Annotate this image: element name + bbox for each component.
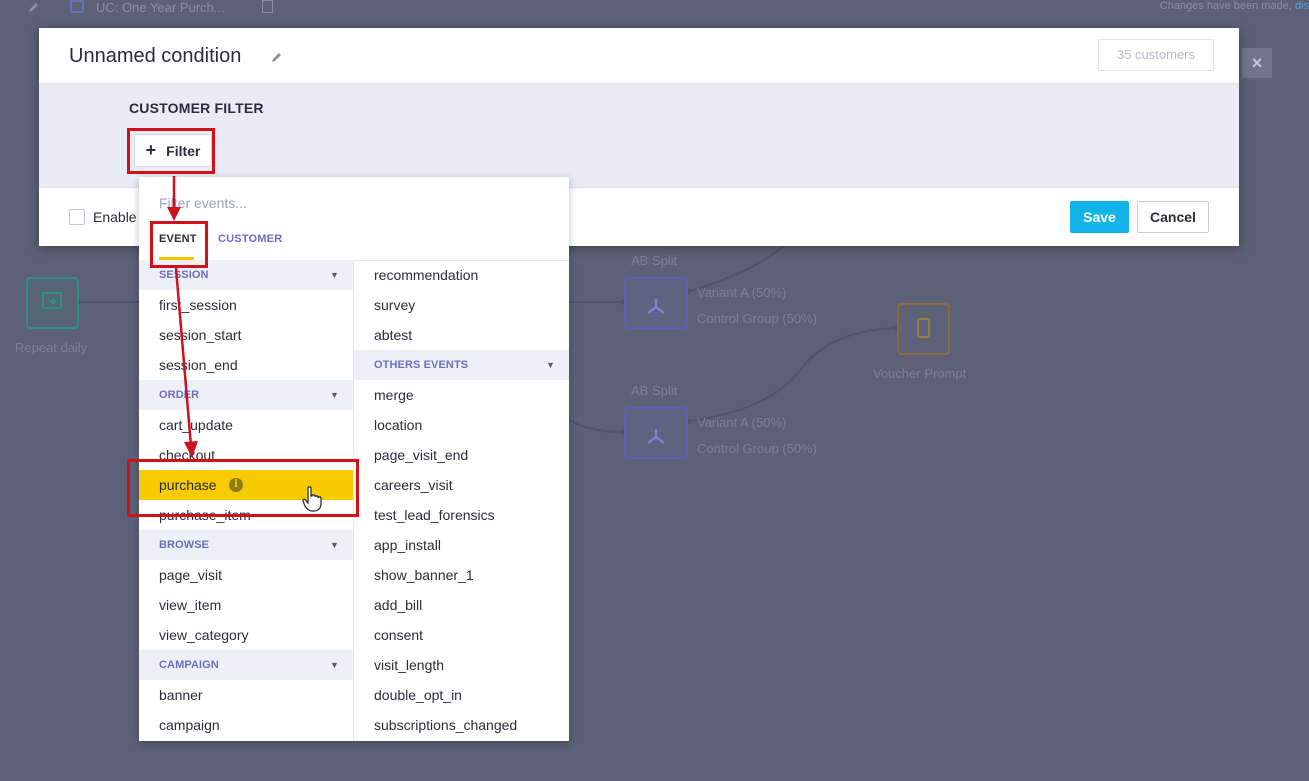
event-group-header[interactable]: CAMPAIGN ▼ — [139, 650, 353, 680]
event-list-item[interactable]: view_item — [139, 590, 353, 620]
event-group-label: ORDER — [159, 389, 200, 401]
event-list-item[interactable]: add_bill — [354, 590, 569, 620]
event-group-header[interactable]: BROWSE ▼ — [139, 530, 353, 560]
save-button[interactable]: Save — [1070, 201, 1129, 233]
pencil-icon[interactable] — [271, 51, 283, 66]
chevron-down-icon[interactable]: ▼ — [546, 350, 555, 380]
event-item-label: cart_update — [159, 417, 233, 433]
repeat-daily-label: Repeat daily — [15, 340, 88, 355]
event-list-item[interactable]: consent — [354, 620, 569, 650]
event-item-label: consent — [374, 627, 424, 643]
event-list-item[interactable]: first_session — [139, 290, 353, 320]
event-list-item[interactable]: location — [354, 410, 569, 440]
event-item-label: subscriptions_changed — [374, 717, 518, 733]
event-item-label: double_opt_in — [374, 687, 462, 703]
ab-split-label-bottom: AB Split — [631, 383, 678, 398]
enable-label: Enable — [93, 209, 137, 225]
event-list-item[interactable]: page_visit_end — [354, 440, 569, 470]
event-list-item[interactable]: campaign — [139, 710, 353, 740]
filter-events-input[interactable] — [159, 193, 539, 213]
event-item-label: show_banner_1 — [374, 567, 474, 583]
event-item-label: campaign — [159, 717, 220, 733]
event-list-item[interactable]: visit_length — [354, 650, 569, 680]
event-item-label: abtest — [374, 327, 413, 343]
branch-label: Control Group (50%) — [697, 311, 817, 326]
enable-checkbox[interactable] — [69, 209, 85, 225]
tab-customer[interactable]: CUSTOMER — [218, 233, 282, 245]
event-item-label: session_end — [159, 357, 238, 373]
annotation-box-filter — [127, 128, 215, 174]
modal-header: Unnamed condition 35 customers — [39, 28, 1239, 84]
event-item-label: test_lead_forensics — [374, 507, 495, 523]
event-list-item[interactable]: cart_update — [139, 410, 353, 440]
event-item-label: first_session — [159, 297, 237, 313]
repeat-daily-node[interactable] — [26, 277, 79, 329]
chevron-down-icon[interactable]: ▼ — [330, 650, 339, 680]
event-list-item[interactable]: survey — [354, 290, 569, 320]
event-item-label: app_install — [374, 537, 441, 553]
event-item-label: page_visit — [159, 567, 223, 583]
event-item-label: banner — [159, 687, 203, 703]
event-list-item[interactable]: abtest — [354, 320, 569, 350]
chevron-down-icon[interactable]: ▼ — [330, 260, 339, 290]
event-item-label: add_bill — [374, 597, 423, 613]
repeat-icon — [42, 292, 62, 309]
branch-label: Variant A (50%) — [697, 285, 787, 300]
event-group-label: OTHERS EVENTS — [374, 359, 469, 371]
event-list-item[interactable]: session_start — [139, 320, 353, 350]
event-list-item[interactable]: view_category — [139, 620, 353, 650]
annotation-box-purchase — [127, 459, 359, 517]
event-list-right: recommendation survey abtest OTHERS EVENTS ▼… — [354, 260, 569, 740]
chevron-down-icon[interactable]: ▼ — [330, 380, 339, 410]
split-icon — [647, 299, 665, 314]
event-list-item[interactable]: merge — [354, 380, 569, 410]
event-list-item[interactable]: recommendation — [354, 260, 569, 290]
event-item-label: view_item — [159, 597, 222, 613]
annotation-box-event — [150, 221, 208, 268]
event-group-header[interactable]: OTHERS EVENTS ▼ — [354, 350, 569, 380]
customer-count-badge: 35 customers — [1098, 39, 1214, 71]
event-item-label: page_visit_end — [374, 447, 469, 463]
event-list-item[interactable]: double_opt_in — [354, 680, 569, 710]
event-item-label: recommendation — [374, 267, 479, 283]
customer-filter-section: CUSTOMER FILTER + Filter — [39, 84, 1239, 188]
event-list-item[interactable]: show_banner_1 — [354, 560, 569, 590]
event-list-item[interactable]: session_end — [139, 350, 353, 380]
event-item-label: session_start — [159, 327, 242, 343]
voucher-prompt-label: Voucher Prompt — [873, 366, 967, 381]
event-list-item[interactable]: banner — [139, 680, 353, 710]
ab-split-node-bottom[interactable] — [624, 407, 688, 459]
event-group-label: CAMPAIGN — [159, 659, 219, 671]
event-item-label: view_category — [159, 627, 249, 643]
event-item-label: careers_visit — [374, 477, 453, 493]
branch-label: Control Group (50%) — [697, 441, 817, 456]
cancel-button[interactable]: Cancel — [1137, 201, 1209, 233]
ab-split-label-top: AB Split — [631, 253, 678, 268]
event-list-item[interactable]: page_visit — [139, 560, 353, 590]
event-group-label: BROWSE — [159, 539, 210, 551]
event-group-header[interactable]: ORDER ▼ — [139, 380, 353, 410]
event-group-label: SESSION — [159, 269, 209, 281]
mobile-icon — [917, 318, 930, 338]
pointer-hand-icon — [302, 486, 322, 517]
section-title: CUSTOMER FILTER — [129, 100, 264, 116]
split-icon — [647, 429, 665, 444]
voucher-prompt-node[interactable] — [897, 303, 950, 355]
close-icon[interactable]: × — [1242, 48, 1272, 78]
chevron-down-icon[interactable]: ▼ — [330, 530, 339, 560]
event-list-item[interactable]: test_lead_forensics — [354, 500, 569, 530]
event-list-item[interactable]: subscriptions_changed — [354, 710, 569, 740]
branch-label: Variant A (50%) — [697, 415, 787, 430]
ab-split-node-top[interactable] — [624, 277, 688, 329]
modal-title[interactable]: Unnamed condition — [69, 45, 241, 68]
event-item-label: merge — [374, 387, 414, 403]
event-item-label: visit_length — [374, 657, 445, 673]
event-list-item[interactable]: app_install — [354, 530, 569, 560]
event-item-label: survey — [374, 297, 416, 313]
event-item-label: location — [374, 417, 423, 433]
event-list-item[interactable]: careers_visit — [354, 470, 569, 500]
